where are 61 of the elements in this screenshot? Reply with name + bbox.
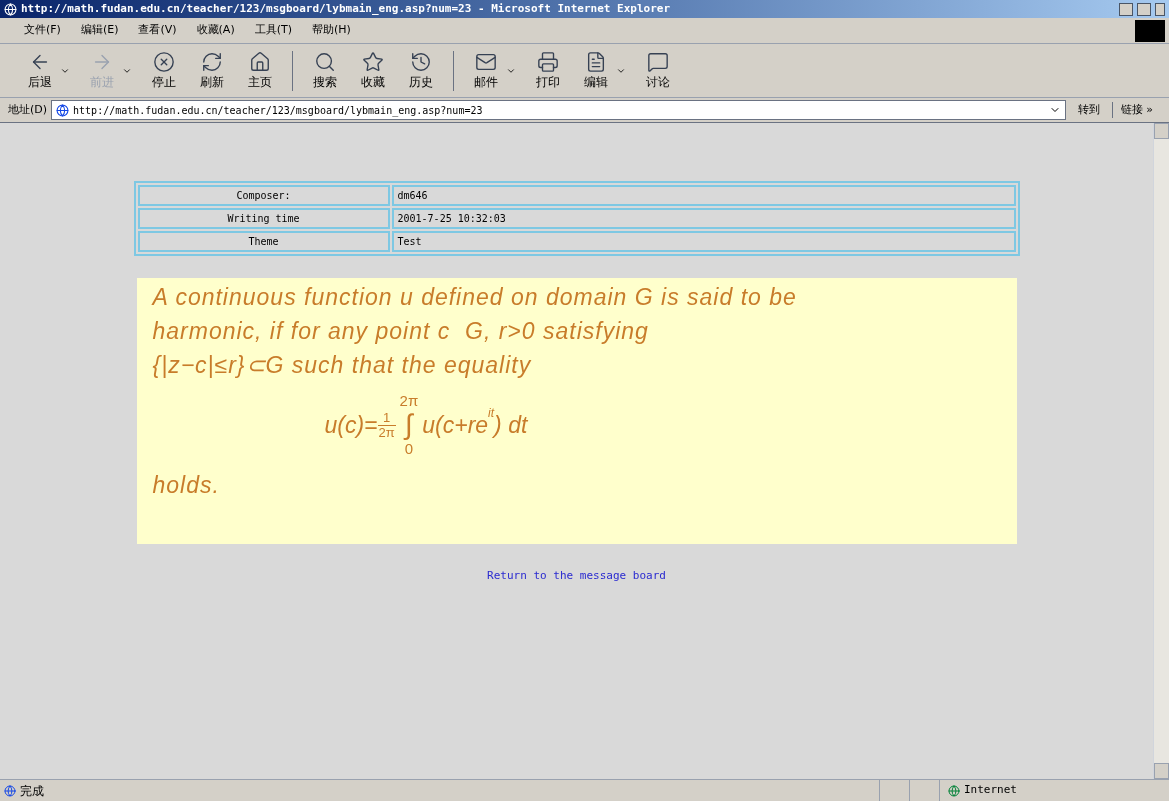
formula-text: u(c)= (324, 410, 378, 440)
maximize-button[interactable] (1137, 2, 1151, 16)
page-icon (56, 103, 70, 117)
minimize-button[interactable] (1119, 2, 1133, 16)
star-icon (362, 50, 384, 73)
toolbar-button[interactable]: 主页 (244, 50, 276, 91)
toolbar-button[interactable]: 邮件 (470, 50, 502, 91)
x-circle-icon (153, 50, 175, 73)
message-text: {|z−c|≤r}⊂G such that the equality (152, 351, 533, 380)
message-text: holds. (152, 471, 221, 500)
menu-item[interactable]: 编辑(E) (80, 22, 119, 39)
formula-text: u(c+re (422, 411, 489, 440)
menu-item[interactable]: 工具(T) (254, 22, 292, 39)
return-link[interactable]: Return to the message board (487, 568, 666, 585)
scrollbar[interactable] (1153, 123, 1169, 779)
globe-icon (948, 784, 960, 797)
toolbar-button[interactable]: 历史 (405, 50, 437, 91)
toolbar-button[interactable]: 讨论 (642, 50, 674, 91)
fraction-numerator: 1 (382, 410, 391, 425)
integral-sign: ∫ (405, 410, 413, 440)
status-text: 完成 (20, 782, 44, 800)
toolbar-button[interactable]: 刷新 (196, 50, 228, 91)
refresh-icon (201, 50, 223, 73)
table-cell: Theme (137, 231, 390, 252)
table-cell: Writing time (137, 208, 390, 229)
toolbar-button[interactable]: 搜索 (309, 50, 341, 91)
menu-item[interactable]: 文件(F) (24, 22, 61, 39)
table-cell: dm646 (391, 185, 1016, 206)
lower-limit: 0 (404, 440, 414, 458)
speech-bubble-icon (647, 50, 669, 73)
printer-icon (537, 50, 559, 73)
toolbar-button[interactable]: 编辑 (580, 50, 612, 91)
address-label: 地址(D) (8, 101, 48, 118)
table-cell: Composer: (137, 185, 390, 206)
exponent: it (488, 405, 495, 420)
clock-icon (410, 50, 432, 73)
toolbar-button[interactable]: 打印 (532, 50, 564, 91)
table-cell: Test (391, 231, 1016, 252)
menu-item[interactable]: 帮助(H) (312, 22, 351, 39)
formula-text: ) dt (494, 411, 528, 440)
links-button[interactable]: 链接 » (1111, 101, 1161, 119)
document-icon (585, 50, 607, 73)
toolbar-button[interactable]: 停止 (148, 50, 180, 91)
message-text: harmonic, if for any point c G, r>0 satisfying (152, 317, 650, 346)
search-icon (314, 50, 336, 73)
upper-limit: 2π (399, 392, 419, 410)
window-title: http://math.fudan.edu.cn/teacher/123/msgboard/lybmain_eng.asp?num=23 - Microsoft Internet Explorer (21, 0, 670, 17)
browser-icon (4, 2, 17, 16)
fraction-denominator: 2π (378, 425, 395, 440)
message-text: A continuous function u defined on domain G is said to be (152, 283, 798, 312)
menu-item[interactable]: 查看(V) (138, 22, 177, 39)
page-icon (4, 784, 16, 797)
go-button[interactable]: 转到 (1069, 101, 1108, 119)
table-cell: 2001-7-25 10:32:03 (391, 208, 1016, 229)
toolbar-button[interactable]: 收藏 (357, 50, 389, 91)
address-field[interactable]: http://math.fudan.edu.cn/teacher/123/msgboard/lybmain_eng.asp?num=23 (51, 100, 1066, 120)
house-icon (249, 50, 271, 73)
zone-text: Internet (964, 782, 1017, 799)
toolbar-button[interactable]: 后退 (24, 50, 56, 91)
close-button[interactable] (1155, 2, 1165, 16)
menu-item[interactable]: 收藏(A) (196, 22, 235, 39)
